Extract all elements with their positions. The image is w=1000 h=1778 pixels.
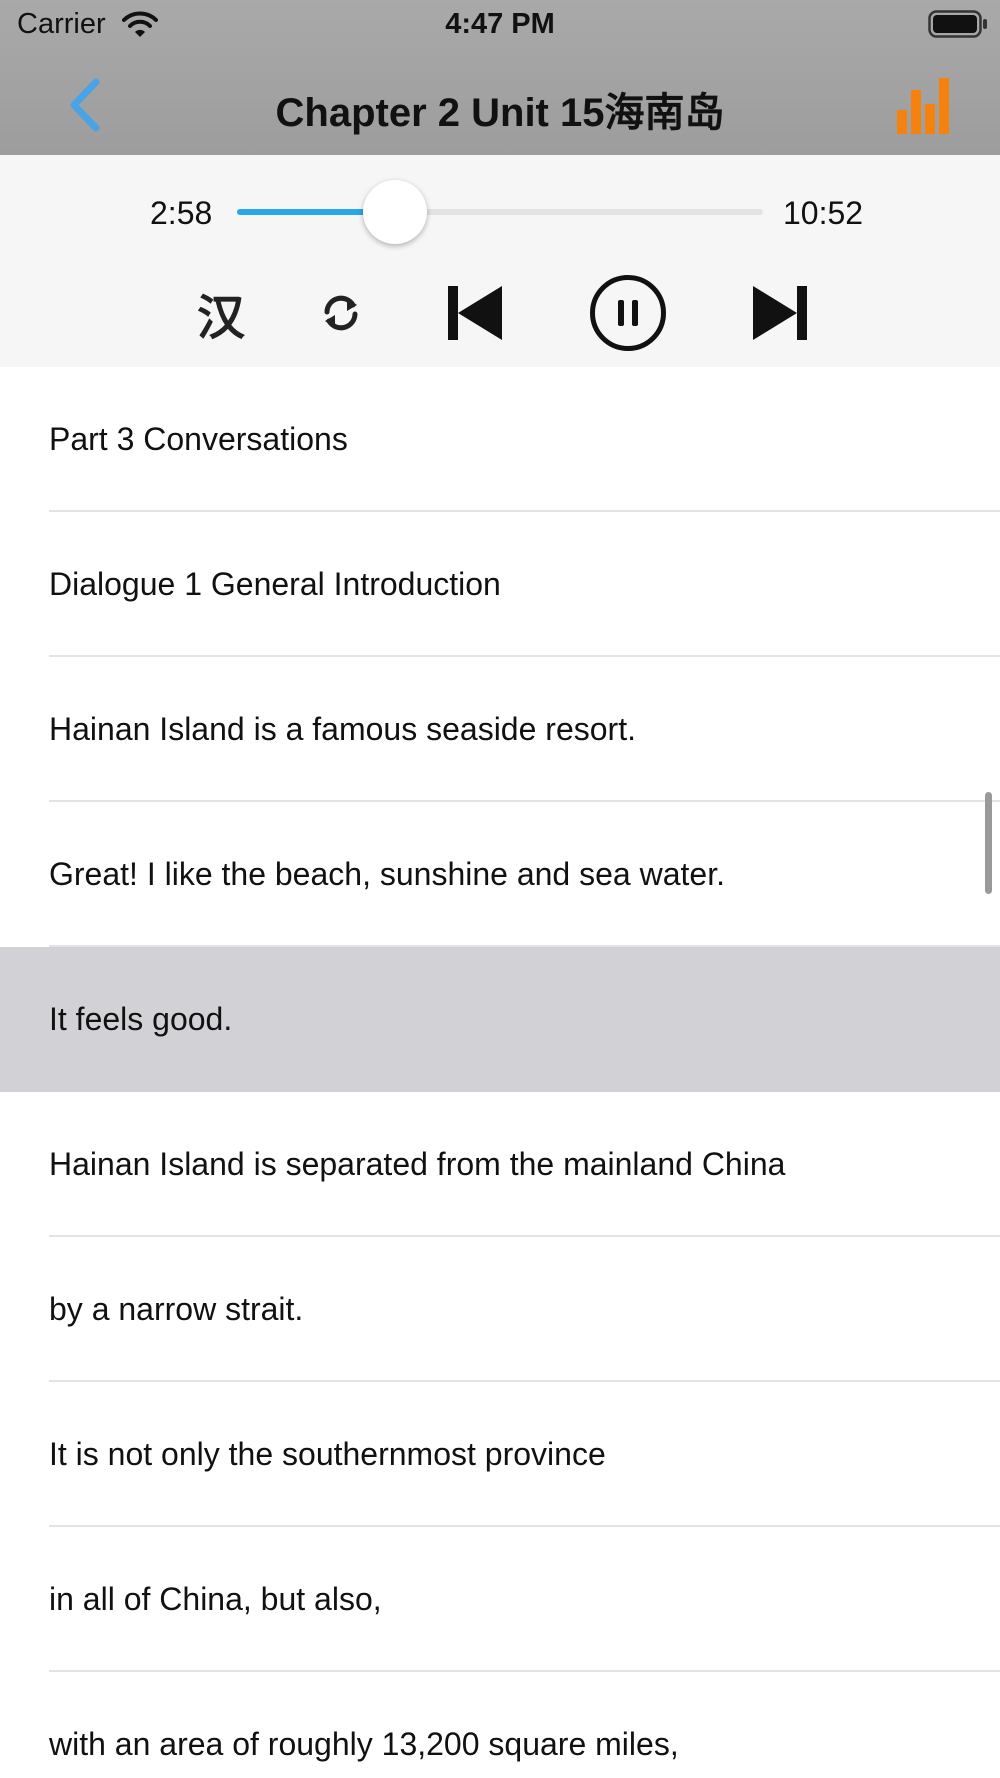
- transcript-row[interactable]: Hainan Island is a famous seaside resort…: [0, 657, 1000, 802]
- transcript-row[interactable]: It feels good.: [0, 947, 1000, 1092]
- transcript-row[interactable]: by a narrow strait.: [0, 1237, 1000, 1382]
- next-track-icon: [753, 286, 807, 340]
- slider-thumb[interactable]: [362, 180, 427, 244]
- transcript-line-text: Dialogue 1 General Introduction: [49, 566, 501, 602]
- transcript-row[interactable]: Great! I like the beach, sunshine and se…: [0, 802, 1000, 947]
- navigation-bar: Chapter 2 Unit 15海南岛: [0, 60, 1000, 150]
- transcript-line-text: It is not only the southernmost province: [49, 1436, 606, 1472]
- previous-track-button[interactable]: [446, 273, 504, 353]
- status-time: 4:47 PM: [445, 8, 555, 40]
- battery-icon: [928, 10, 988, 43]
- transcript-row[interactable]: Hainan Island is separated from the main…: [0, 1092, 1000, 1237]
- transcript-line-text: Hainan Island is a famous seaside resort…: [49, 711, 636, 747]
- transcript-line-text: Hainan Island is separated from the main…: [49, 1146, 786, 1182]
- repeat-icon: [324, 295, 358, 331]
- audio-player: 2:58 10:52 汉: [0, 155, 1000, 367]
- stats-button[interactable]: [894, 74, 954, 136]
- total-time: 10:52: [783, 195, 864, 231]
- repeat-button[interactable]: [318, 273, 364, 353]
- scrollbar[interactable]: [985, 792, 992, 894]
- status-bar: Carrier 4:47 PM: [0, 0, 1000, 50]
- transcript-line-text: It feels good.: [49, 1001, 233, 1037]
- transcript-row[interactable]: Part 3 Conversations: [0, 367, 1000, 512]
- current-time: 2:58: [150, 195, 213, 231]
- bar-chart-icon: [897, 78, 949, 134]
- pause-icon: [590, 275, 666, 351]
- transcript-row[interactable]: in all of China, but also,: [0, 1527, 1000, 1672]
- transcript-row[interactable]: Dialogue 1 General Introduction: [0, 512, 1000, 657]
- transcript-line-text: by a narrow strait.: [49, 1291, 304, 1327]
- header: Carrier 4:47 PM Chapter 2 Unit 15海南岛: [0, 0, 1000, 155]
- transcript-line-text: in all of China, but also,: [49, 1581, 382, 1617]
- next-track-button[interactable]: [751, 273, 809, 353]
- transcript-line-text: with an area of roughly 13,200 square mi…: [49, 1726, 679, 1762]
- transcript-line-text: Part 3 Conversations: [49, 421, 348, 457]
- transcript-line-text: Great! I like the beach, sunshine and se…: [49, 856, 725, 892]
- progress-slider[interactable]: [237, 180, 763, 244]
- transcript-row[interactable]: It is not only the southernmost province: [0, 1382, 1000, 1527]
- previous-track-icon: [448, 286, 502, 340]
- chinese-toggle-button[interactable]: 汉: [190, 273, 252, 353]
- pause-button[interactable]: [588, 273, 668, 353]
- page-title: Chapter 2 Unit 15海南岛: [275, 91, 725, 135]
- transcript-row[interactable]: with an area of roughly 13,200 square mi…: [0, 1672, 1000, 1778]
- transcript-list[interactable]: Part 3 Conversations Dialogue 1 General I…: [0, 367, 1000, 1778]
